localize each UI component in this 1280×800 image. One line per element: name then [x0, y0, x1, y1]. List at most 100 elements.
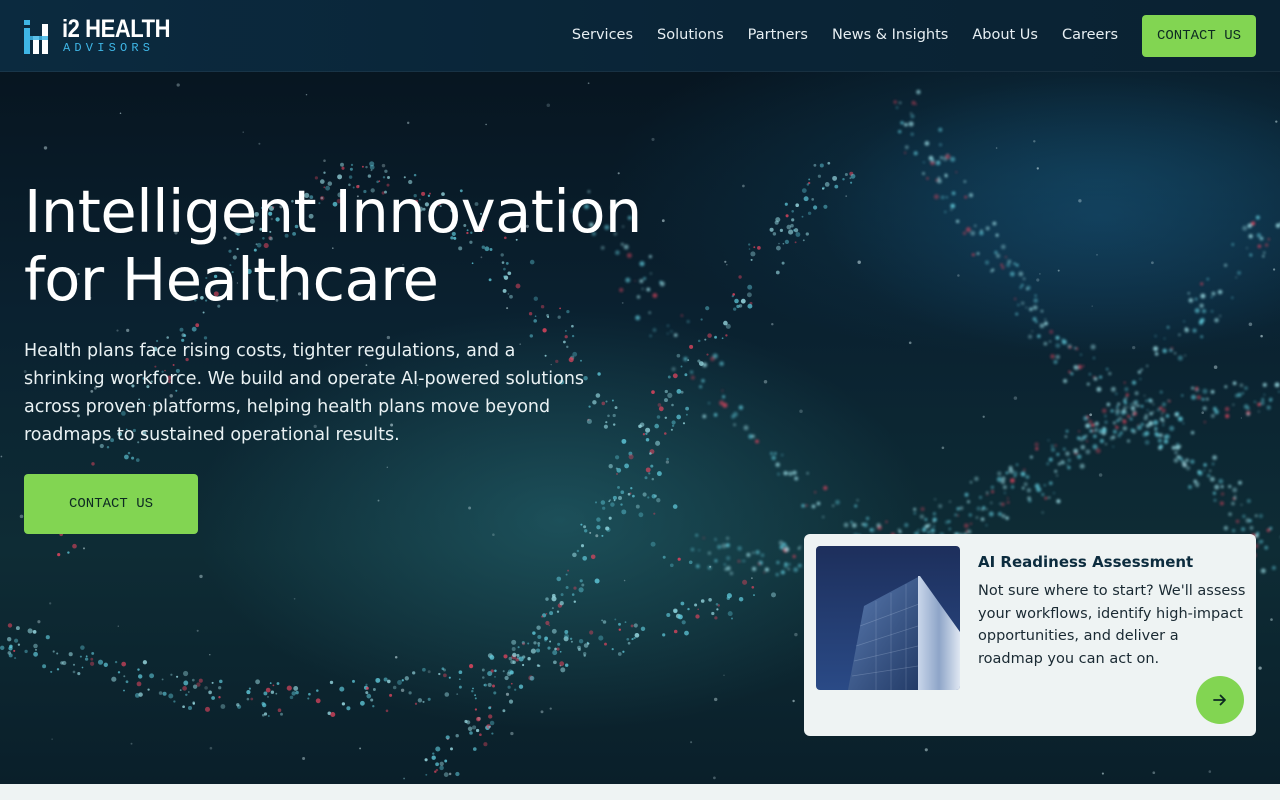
background-sparkle [359, 747, 362, 750]
helix-particle [654, 423, 660, 429]
helix-particle [1130, 403, 1133, 406]
helix-particle [293, 685, 299, 691]
helix-particle [684, 373, 688, 377]
helix-particle [552, 650, 558, 656]
helix-particle [1099, 438, 1104, 444]
helix-particle [726, 536, 730, 540]
nav-about-us[interactable]: About Us [972, 24, 1038, 46]
helix-particle [572, 552, 577, 558]
helix-particle [1124, 387, 1129, 392]
helix-particle [763, 571, 766, 574]
helix-particle [747, 303, 753, 309]
nav-services[interactable]: Services [572, 24, 633, 46]
helix-particle [580, 523, 583, 526]
card-arrow-button[interactable] [1196, 676, 1244, 724]
helix-particle [985, 226, 990, 231]
background-sparkle [623, 579, 626, 582]
helix-particle [779, 228, 784, 232]
helix-particle [832, 175, 838, 181]
nav-partners[interactable]: Partners [748, 24, 808, 46]
helix-particle [1259, 236, 1264, 241]
helix-particle [564, 633, 569, 639]
helix-particle [727, 611, 733, 617]
helix-particle [1255, 215, 1260, 220]
background-sparkle [546, 103, 551, 107]
helix-particle [308, 692, 311, 696]
helix-particle [700, 318, 703, 321]
helix-particle [369, 164, 375, 170]
hero-contact-button[interactable]: CONTACT US [24, 474, 198, 534]
nav-news-insights[interactable]: News & Insights [832, 24, 948, 46]
helix-particle [557, 642, 561, 646]
helix-particle [1041, 492, 1045, 497]
helix-particle [56, 668, 60, 671]
helix-particle [123, 689, 125, 692]
ai-readiness-card[interactable]: AI Readiness Assessment Not sure where t… [804, 534, 1256, 736]
helix-particle [726, 596, 731, 600]
helix-particle [1165, 434, 1171, 439]
helix-particle [545, 620, 550, 626]
nav-contact-button[interactable]: CONTACT US [1142, 15, 1256, 57]
helix-particle [1110, 386, 1116, 392]
helix-particle [1048, 457, 1053, 462]
helix-particle [640, 626, 646, 632]
helix-particle [1142, 432, 1147, 437]
nav-careers[interactable]: Careers [1062, 24, 1118, 46]
helix-particle [1174, 450, 1178, 455]
helix-particle [511, 639, 517, 645]
helix-particle [7, 637, 12, 642]
background-sparkle [1270, 618, 1273, 621]
helix-particle [612, 413, 616, 418]
helix-particle [1210, 413, 1215, 418]
background-sparkle [540, 710, 544, 714]
helix-particle [365, 165, 368, 169]
helix-particle [1134, 391, 1139, 396]
helix-particle [713, 413, 718, 417]
helix-particle [738, 596, 744, 602]
helix-particle [988, 511, 994, 517]
helix-particle [435, 768, 439, 772]
helix-particle [472, 725, 477, 730]
helix-particle [608, 464, 613, 469]
helix-particle [1184, 327, 1187, 330]
helix-particle [1023, 468, 1026, 472]
background-sparkle [199, 574, 203, 579]
helix-particle [1036, 487, 1042, 493]
i2-health-logo[interactable]: i2 HEALTH ADVISORS [24, 15, 171, 56]
background-sparkle [857, 260, 861, 265]
helix-particle [926, 177, 929, 180]
nav-solutions[interactable]: Solutions [657, 24, 724, 46]
helix-particle [954, 513, 958, 517]
background-sparkle [1248, 322, 1253, 327]
helix-particle [792, 229, 796, 232]
helix-particle [801, 215, 804, 218]
helix-particle [183, 670, 189, 677]
helix-particle [610, 502, 615, 507]
helix-particle [746, 292, 752, 298]
helix-particle [979, 230, 984, 236]
helix-particle [1163, 439, 1169, 444]
helix-particle [938, 127, 943, 132]
helix-particle [733, 423, 736, 426]
helix-particle [651, 390, 655, 394]
helix-particle [1161, 402, 1167, 407]
helix-particle [885, 520, 888, 524]
helix-particle [508, 699, 514, 704]
background-sparkle [37, 620, 41, 624]
helix-particle [422, 667, 426, 672]
helix-particle [1095, 448, 1101, 454]
helix-particle [1218, 478, 1224, 484]
helix-particle [1210, 296, 1213, 299]
helix-particle [1056, 452, 1060, 456]
helix-particle [541, 615, 544, 618]
helix-particle [583, 525, 587, 529]
background-sparkle [0, 455, 3, 458]
helix-particle [168, 693, 174, 699]
helix-particle [1166, 325, 1170, 329]
helix-particle [1162, 410, 1165, 412]
helix-particle [1182, 422, 1185, 425]
helix-particle [920, 507, 925, 512]
helix-particle [690, 370, 694, 374]
helix-particle [1249, 519, 1252, 523]
helix-particle [620, 490, 625, 495]
